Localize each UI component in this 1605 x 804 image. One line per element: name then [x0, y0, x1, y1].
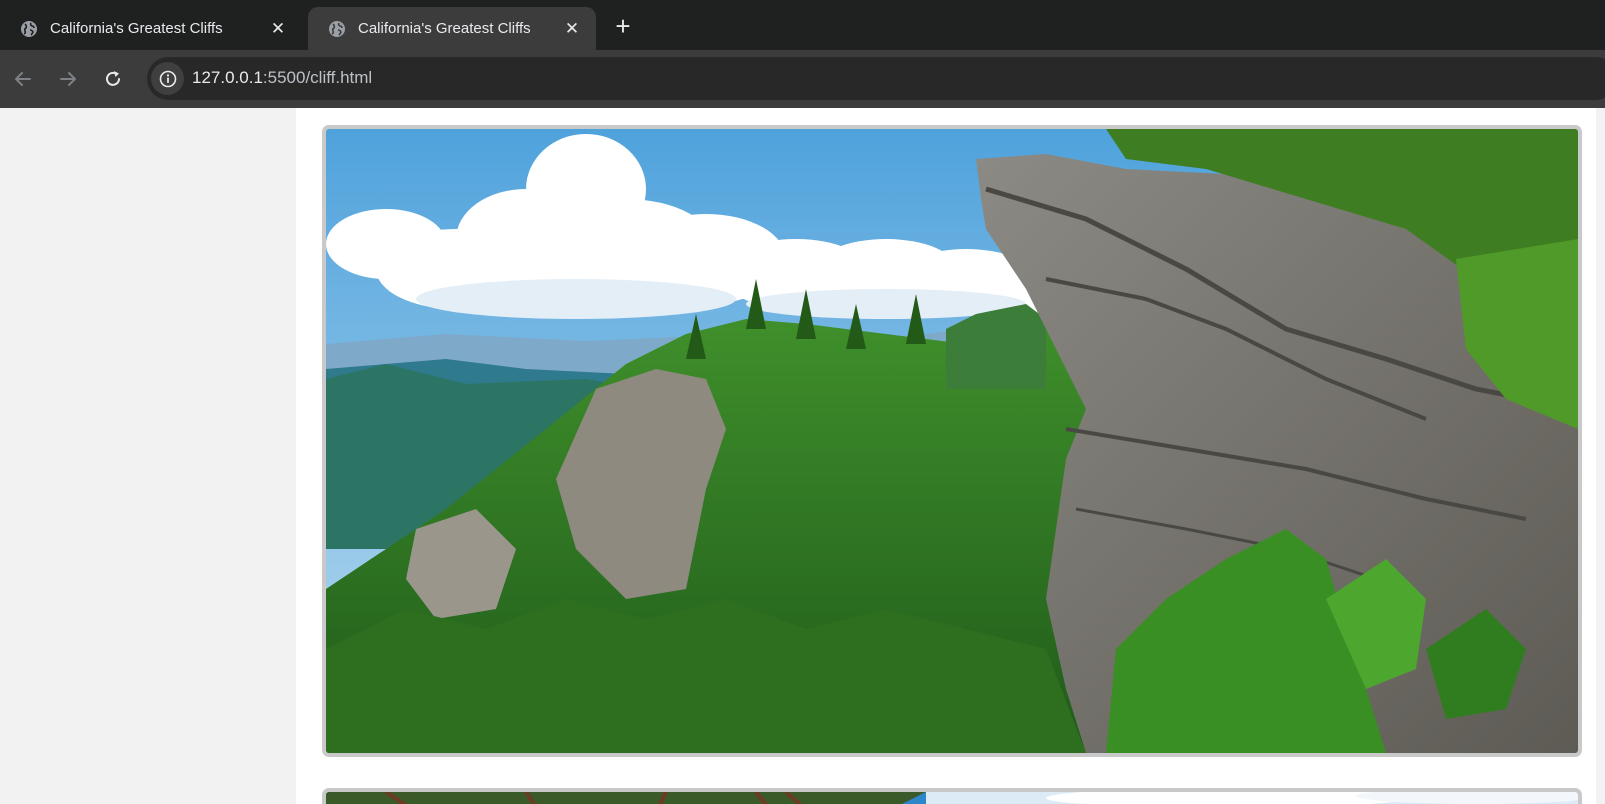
- site-info-button[interactable]: [151, 62, 184, 95]
- back-button[interactable]: [8, 64, 38, 94]
- tab-title: California's Greatest Cliffs: [50, 20, 223, 37]
- url-host: 127.0.0.1: [192, 68, 263, 87]
- globe-icon: [329, 20, 345, 37]
- cliff-photo-1: [322, 125, 1582, 757]
- reload-icon: [106, 71, 120, 86]
- globe-icon: [21, 20, 37, 37]
- cliff-photo-2: [322, 788, 1582, 804]
- info-icon: [159, 70, 176, 87]
- tab-strip: California's Greatest Cliffs ✕ Californi…: [0, 0, 1605, 50]
- forward-button[interactable]: [53, 64, 83, 94]
- tab-1[interactable]: California's Greatest Cliffs ✕: [0, 7, 302, 50]
- tab-2-active[interactable]: California's Greatest Cliffs ✕: [308, 7, 596, 50]
- address-bar[interactable]: 127.0.0.1:5500/cliff.html: [147, 57, 1605, 100]
- forward-arrow-icon: [60, 72, 76, 86]
- url-path: :5500/cliff.html: [262, 68, 373, 87]
- plus-icon[interactable]: +: [609, 12, 637, 40]
- tab-title: California's Greatest Cliffs: [358, 20, 531, 37]
- close-icon[interactable]: ✕: [266, 17, 290, 41]
- scrollbar-track[interactable]: [1596, 108, 1605, 804]
- close-icon[interactable]: ✕: [560, 17, 584, 41]
- browser-toolbar: 127.0.0.1:5500/cliff.html: [0, 50, 1605, 108]
- url-text[interactable]: 127.0.0.1:5500/cliff.html: [192, 68, 372, 88]
- back-arrow-icon: [15, 72, 31, 86]
- reload-button[interactable]: [98, 64, 128, 94]
- page-viewport: [0, 108, 1605, 804]
